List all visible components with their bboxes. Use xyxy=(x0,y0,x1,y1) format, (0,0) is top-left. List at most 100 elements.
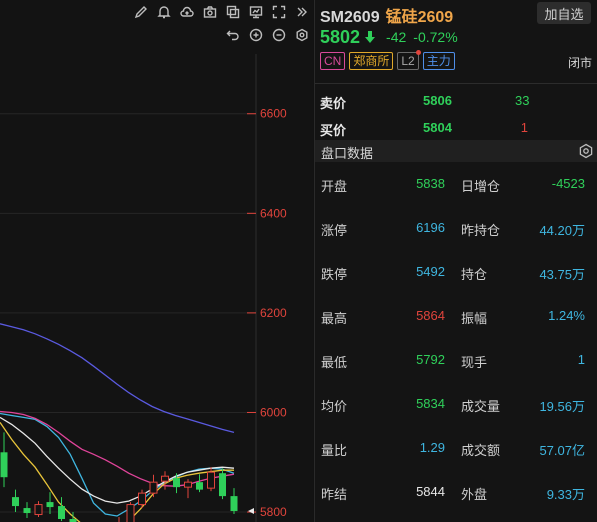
candle-body xyxy=(219,473,226,497)
stat-value: 1.29 xyxy=(419,440,445,455)
candle-body xyxy=(196,482,203,490)
quote-panel: SM2609 锰硅2609 加自选 5802 -42 -0.72% CN 郑商所 … xyxy=(314,0,597,522)
notification-dot xyxy=(415,50,421,55)
pencil-icon[interactable] xyxy=(129,1,152,23)
stat-value: 1.24% xyxy=(548,308,585,323)
symbol-code: SM2609 xyxy=(320,9,380,26)
settings-icon[interactable] xyxy=(578,143,594,159)
stat-value: 5844 xyxy=(416,484,445,499)
bid-price: 5804 xyxy=(423,120,452,135)
chart-toolbar-zoom xyxy=(221,24,313,46)
copy-icon[interactable] xyxy=(221,1,244,23)
y-tick-label: 6400 xyxy=(260,206,287,220)
stat-value: 5864 xyxy=(416,308,445,323)
bell-icon[interactable] xyxy=(152,1,175,23)
y-tick-label: 6200 xyxy=(260,306,287,320)
stat-label: 振幅 xyxy=(461,311,488,326)
stats-row: 均价 5834 成交量 19.56万 xyxy=(315,393,597,415)
stat-value: 1 xyxy=(577,352,585,367)
market-status: 闭市 xyxy=(567,56,592,70)
chart-toolbar-top xyxy=(129,1,313,23)
level2-badge[interactable]: L2 xyxy=(397,50,421,70)
stats-row: 最低 5792 现手 1 xyxy=(315,349,597,371)
y-tick-label: 6600 xyxy=(260,107,287,121)
candle-body xyxy=(46,502,54,508)
ask-volume: 33 xyxy=(515,93,530,108)
stat-label: 外盘 xyxy=(461,487,488,502)
stats-row: 跌停 5492 持仓 43.75万 xyxy=(315,261,597,283)
candle-body xyxy=(23,508,31,514)
candle-body xyxy=(207,471,215,489)
market-data-section-header: 盘口数据 xyxy=(315,140,597,162)
candle-body xyxy=(184,481,192,488)
candle-body xyxy=(34,504,43,516)
stats-row: 开盘 5838 日增仓 -4523 xyxy=(315,173,597,195)
stat-label: 成交额 xyxy=(461,443,501,458)
price-change-percent: -0.72% xyxy=(413,29,458,45)
candle-body xyxy=(149,481,158,494)
stat-label: 成交量 xyxy=(461,399,501,414)
ask-price: 5806 xyxy=(423,93,452,108)
kline-chart-pane[interactable]: 6600 6400 6200 6000 5800 xyxy=(0,0,313,522)
kline-chart[interactable]: 6600 6400 6200 6000 5800 xyxy=(0,0,313,522)
stat-value: 6196 xyxy=(416,220,445,235)
collapse-icon[interactable] xyxy=(290,1,313,23)
market-cn-badge: CN xyxy=(320,52,346,70)
settings-icon[interactable] xyxy=(290,24,313,46)
arrow-down-icon xyxy=(365,31,376,43)
candle-body xyxy=(126,504,135,522)
stat-value: 19.56万 xyxy=(539,399,585,414)
fullscreen-icon[interactable] xyxy=(267,1,290,23)
level2-label: L2 xyxy=(401,54,415,68)
stat-label: 昨结 xyxy=(321,487,348,502)
add-watchlist-button[interactable]: 加自选 xyxy=(537,2,591,24)
stat-value: 5838 xyxy=(416,176,445,191)
candle-body xyxy=(0,452,8,478)
stats-row: 涨停 6196 昨持仓 44.20万 xyxy=(315,217,597,239)
stat-label: 最高 xyxy=(321,311,348,326)
stat-value: 5834 xyxy=(416,396,445,411)
stat-value: 43.75万 xyxy=(539,267,585,282)
bid-volume: 1 xyxy=(520,120,528,135)
stat-label: 现手 xyxy=(461,355,488,370)
stats-row: 昨结 5844 外盘 9.33万 xyxy=(315,481,597,503)
monitor-icon[interactable] xyxy=(244,1,267,23)
ask-row: 卖价 5806 33 xyxy=(320,90,592,112)
y-tick-label: 5800 xyxy=(260,505,287,519)
candle-body xyxy=(173,478,180,488)
stat-label: 均价 xyxy=(321,399,348,414)
stat-label: 昨持仓 xyxy=(461,223,501,238)
badge-row: CN 郑商所 L2 主力 xyxy=(320,50,459,70)
stat-value: -4523 xyxy=(551,176,585,191)
zoom-in-icon[interactable] xyxy=(244,24,267,46)
price-row: 5802 -42 -0.72% xyxy=(320,26,458,48)
undo-icon[interactable] xyxy=(221,24,244,46)
stat-label: 涨停 xyxy=(321,223,348,238)
stats-row: 最高 5864 振幅 1.24% xyxy=(315,305,597,327)
stat-label: 量比 xyxy=(321,443,348,458)
stat-value: 44.20万 xyxy=(539,223,585,238)
symbol-name: 锰硅2609 xyxy=(385,9,454,26)
stat-label: 最低 xyxy=(321,355,348,370)
stat-value: 57.07亿 xyxy=(539,443,585,458)
section-title: 盘口数据 xyxy=(321,146,374,161)
candle-body xyxy=(230,496,238,512)
candle-body xyxy=(58,506,65,520)
stats-row: 量比 1.29 成交额 57.07亿 xyxy=(315,437,597,459)
price-change: -42 xyxy=(386,29,407,45)
zoom-out-icon[interactable] xyxy=(267,24,290,46)
candle-body xyxy=(138,492,146,506)
stat-label: 持仓 xyxy=(461,267,488,282)
bid-label: 买价 xyxy=(320,123,347,138)
candle xyxy=(126,502,135,522)
camera-icon[interactable] xyxy=(198,1,221,23)
bid-row: 买价 5804 1 xyxy=(320,117,592,139)
last-price: 5802 xyxy=(320,26,361,47)
main-contract-badge: 主力 xyxy=(422,52,455,70)
cloud-icon[interactable] xyxy=(175,1,198,23)
exchange-badge: 郑商所 xyxy=(349,52,394,70)
stat-value: 5492 xyxy=(416,264,445,279)
divider xyxy=(315,83,597,84)
stat-label: 开盘 xyxy=(321,179,348,194)
stat-label: 日增仓 xyxy=(461,179,501,194)
